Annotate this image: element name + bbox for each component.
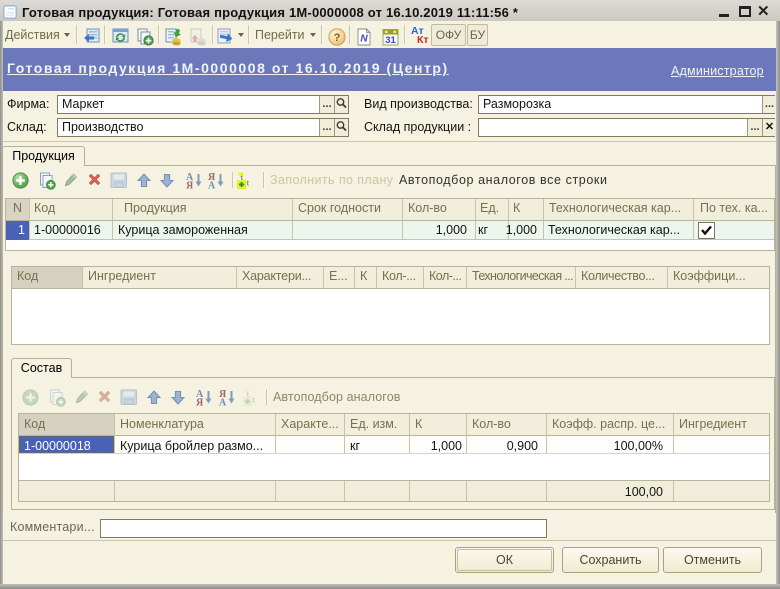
svg-text:?: ? xyxy=(334,32,341,44)
svg-text:31: 31 xyxy=(385,35,396,46)
svg-text:А: А xyxy=(208,181,216,190)
svg-text:Я: Я xyxy=(186,181,194,190)
svg-text:А: А xyxy=(219,398,227,407)
svg-text:сох: сох xyxy=(125,399,133,404)
svg-text:сох: сох xyxy=(115,182,123,187)
svg-text:t: t xyxy=(253,396,256,405)
svg-text:Я: Я xyxy=(196,398,204,407)
svg-text:N: N xyxy=(360,34,368,45)
